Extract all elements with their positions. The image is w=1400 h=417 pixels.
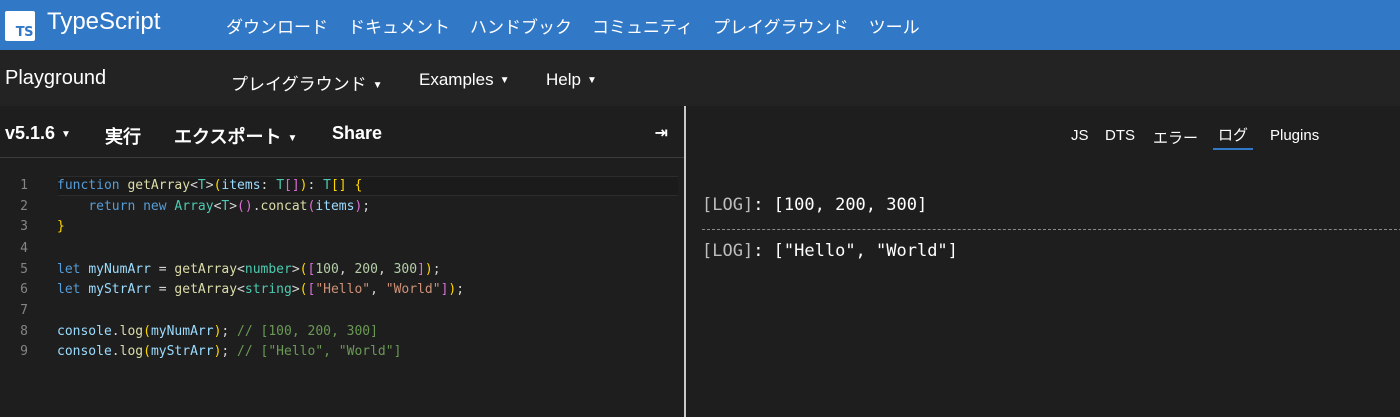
version-label: v5.1.6 [5,123,56,143]
main-nav-links: ダウンロード ドキュメント ハンドブック コミュニティ プレイグラウンド ツール [226,13,920,38]
nav-link-community[interactable]: コミュニティ [592,13,693,38]
chevron-down-icon: ▼ [499,75,510,87]
collapse-sidebar-icon[interactable]: ⇥ [655,123,668,142]
code-line-8: console.log(myNumArr); // [100, 200, 300… [57,324,378,339]
top-navigation-bar: TS TypeScript ダウンロード ドキュメント ハンドブック コミュニテ… [0,0,1400,50]
code-line-6: let myStrArr = getArray<string>(["Hello"… [57,282,465,297]
code-line-5: let myNumArr = getArray<number>([100, 20… [57,262,441,277]
export-menu[interactable]: エクスポート ▼ [174,123,297,149]
editor-pane: v5.1.6 ▼ 実行 エクスポート ▼ Share ⇥ 1 2 3 4 5 6 7… [0,106,684,417]
version-select[interactable]: v5.1.6 ▼ [5,123,71,144]
nav-link-handbook[interactable]: ハンドブック [470,13,572,38]
playground-subnav: Playground プレイグラウンド ▼ Examples ▼ Help ▼ [0,50,1400,106]
log-text: ["Hello", "World"] [773,241,958,261]
code-line-1: function getArray<T>(items: T[]): T[] { [57,178,363,193]
log-text: [100, 200, 300] [773,195,928,215]
nav-link-download[interactable]: ダウンロード [226,13,328,38]
log-entry-2: [LOG]: ["Hello", "World"] [702,241,958,261]
chevron-down-icon: ▼ [61,128,71,140]
line-number: 8 [20,324,28,339]
help-menu[interactable]: Help ▼ [546,70,597,90]
chevron-down-icon: ▼ [372,80,383,92]
code-editor[interactable]: 1 2 3 4 5 6 7 8 9 function getArray<T>(i… [0,159,684,417]
page-title: Playground [5,67,107,89]
log-separator [702,229,1400,230]
help-menu-label: Help [546,70,581,89]
code-line-3: } [57,219,65,234]
run-button[interactable]: 実行 [105,123,141,149]
nav-link-tools[interactable]: ツール [869,13,920,38]
nav-link-playground[interactable]: プレイグラウンド [713,13,849,38]
line-number: 7 [20,303,28,318]
export-label: エクスポート [174,127,282,147]
line-number: 9 [20,344,28,359]
log-tag: [LOG] [702,241,754,261]
playground-menu[interactable]: プレイグラウンド ▼ [231,70,383,95]
chevron-down-icon: ▼ [287,132,298,144]
log-tag: [LOG] [702,195,754,215]
line-number: 6 [20,282,28,297]
share-button[interactable]: Share [332,123,382,144]
nav-link-docs[interactable]: ドキュメント [348,13,450,38]
log-entry-1: [LOG]: [100, 200, 300] [702,195,928,215]
line-number: 4 [20,241,28,256]
typescript-logo[interactable]: TS [5,11,35,41]
output-pane: JS DTS エラー ログ Plugins [LOG]: [100, 200, … [686,106,1400,417]
line-number: 1 [20,178,28,193]
tab-dts[interactable]: DTS [1105,127,1135,144]
line-number: 2 [20,199,28,214]
chevron-down-icon: ▼ [586,75,597,87]
tab-plugins[interactable]: Plugins [1270,127,1319,144]
logo-text: TS [15,25,34,40]
tab-js[interactable]: JS [1071,127,1089,144]
tab-logs[interactable]: ログ [1213,124,1254,150]
examples-menu[interactable]: Examples ▼ [419,70,510,90]
tab-errors[interactable]: エラー [1153,127,1198,148]
editor-toolbar: v5.1.6 ▼ 実行 エクスポート ▼ Share ⇥ [0,106,684,158]
code-line-2: return new Array<T>().concat(items); [88,199,371,214]
line-number: 3 [20,219,28,234]
code-line-9: console.log(myStrArr); // ["Hello", "Wor… [57,344,402,359]
playground-menu-label: プレイグラウンド [231,75,367,94]
line-number: 5 [20,262,28,277]
brand-name[interactable]: TypeScript [47,8,160,36]
examples-menu-label: Examples [419,70,494,89]
